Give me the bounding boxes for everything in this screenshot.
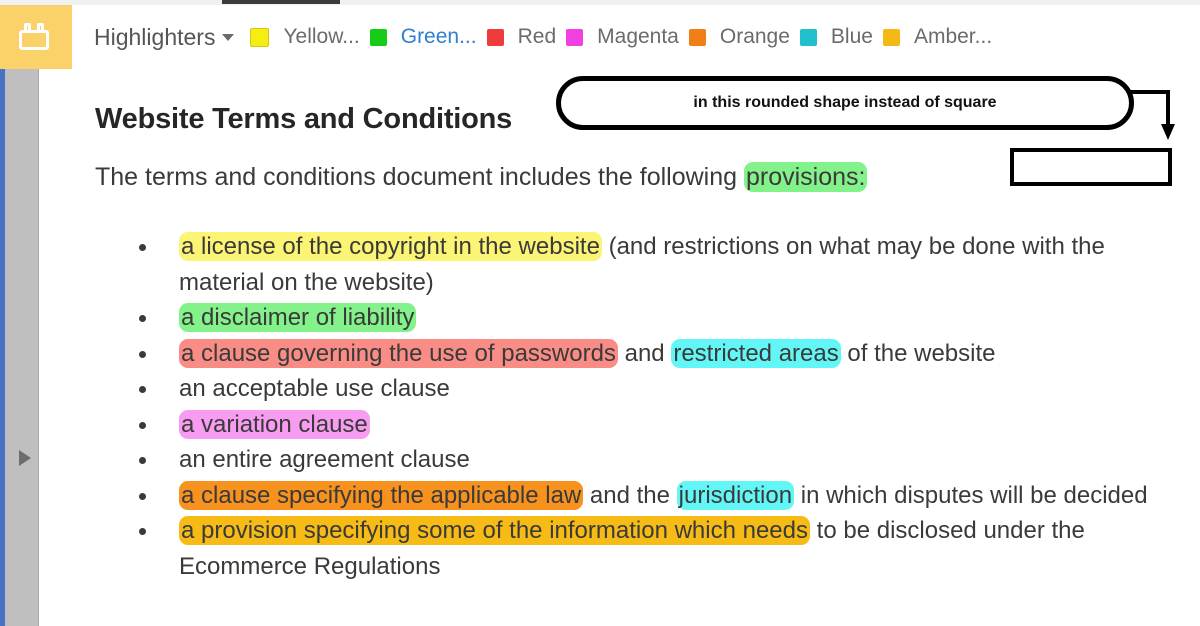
provisions-list: a license of the copyright in the websit… (95, 229, 1185, 584)
highlighter-item-blue[interactable]: Blue (799, 25, 873, 49)
bullet-dot (139, 528, 146, 535)
highlighter-item-orange[interactable]: Orange (688, 25, 790, 49)
color-swatch-yellow (250, 27, 270, 47)
collapsed-sidebar-panel[interactable] (5, 69, 39, 626)
annotation-rounded-label: in this rounded shape instead of square (693, 94, 997, 111)
highlight-magenta-variation: a variation clause (179, 409, 370, 439)
bullet-dot (139, 315, 146, 322)
color-swatch-amber (882, 28, 900, 46)
highlighter-label-green: Green... (400, 25, 477, 48)
list-item-text: and (617, 339, 672, 367)
highlighter-label-yellow: Yellow... (283, 25, 360, 48)
highlighter-item-amber[interactable]: Amber... (882, 25, 993, 49)
list-item: a disclaimer of liability (95, 300, 1185, 336)
highlighter-item-magenta[interactable]: Magenta (566, 25, 679, 49)
list-item: a clause specifying the applicable law a… (95, 478, 1185, 514)
highlighter-label-magenta: Magenta (597, 25, 679, 48)
bullet-dot (139, 492, 146, 500)
highlight-amber-provision: a provision specifying some of the infor… (179, 516, 810, 545)
annotation-arrow-icon (1128, 90, 1175, 140)
intro-text: The terms and conditions document includ… (95, 163, 744, 191)
list-item-text: an acceptable use clause (179, 375, 450, 402)
highlighter-label-orange: Orange (719, 25, 790, 48)
bullet-dot (139, 350, 146, 358)
highlight-provisions: provisions: (743, 162, 868, 192)
toolbox-icon (19, 22, 53, 52)
highlight-orange-applicable-law: a clause specifying the applicable law (179, 480, 584, 510)
list-item: an acceptable use clause (95, 371, 1185, 407)
list-item: an entire agreement clause (95, 442, 1185, 478)
list-item: a variation clause (95, 407, 1185, 443)
list-item-text: and the (583, 481, 677, 509)
color-swatch-green (369, 28, 387, 46)
highlight-green-disclaimer: a disclaimer of liability (179, 303, 417, 332)
highlight-yellow-license: a license of the copyright in the websit… (179, 232, 602, 261)
highlighter-label-red: Red (517, 25, 557, 48)
color-swatch-orange (688, 28, 706, 46)
list-item-text: of the website (840, 339, 996, 367)
highlight-red-passwords: a clause governing the use of passwords (179, 338, 618, 368)
list-item: a provision specifying some of the infor… (95, 513, 1185, 584)
highlighters-menu-button[interactable]: Highlighters (94, 23, 235, 51)
color-swatch-blue (799, 28, 817, 46)
bullet-dot (139, 244, 146, 251)
highlighters-toolbar: Highlighters Yellow... Green... Red Mage… (0, 5, 1200, 70)
list-item-text: in which disputes will be decided (794, 481, 1148, 509)
triangle-right-icon[interactable] (19, 450, 31, 466)
app-icon-tile[interactable] (0, 5, 72, 69)
highlight-cyan-restricted-areas: restricted areas (671, 338, 841, 368)
intro-paragraph: The terms and conditions document includ… (95, 162, 868, 192)
page-title: Website Terms and Conditions (95, 103, 513, 135)
highlighter-label-blue: Blue (830, 25, 873, 48)
browser-tab-sliver[interactable] (222, 0, 340, 4)
bullet-dot (139, 421, 146, 429)
list-item-text: an entire agreement clause (179, 446, 470, 473)
annotation-square-rectangle (1010, 148, 1172, 186)
highlighters-menu-label: Highlighters (94, 23, 216, 50)
highlighter-color-list: Yellow... Green... Red Magenta Orange Bl… (250, 25, 1200, 49)
highlight-cyan-jurisdiction: jurisdiction (676, 480, 795, 510)
highlighter-label-amber: Amber... (913, 25, 993, 48)
bullet-dot (139, 457, 146, 464)
color-swatch-red (486, 28, 504, 46)
bullet-dot (139, 386, 146, 393)
list-item: a license of the copyright in the websit… (95, 229, 1185, 300)
highlighter-item-yellow[interactable]: Yellow... (250, 25, 360, 49)
highlighter-item-green[interactable]: Green... (369, 25, 477, 49)
chevron-down-icon (222, 33, 235, 41)
annotation-rounded-rectangle: in this rounded shape instead of square (556, 76, 1134, 130)
highlighter-item-red[interactable]: Red (486, 25, 557, 49)
color-swatch-magenta (566, 28, 584, 46)
list-item: a clause governing the use of passwords … (95, 336, 1185, 372)
